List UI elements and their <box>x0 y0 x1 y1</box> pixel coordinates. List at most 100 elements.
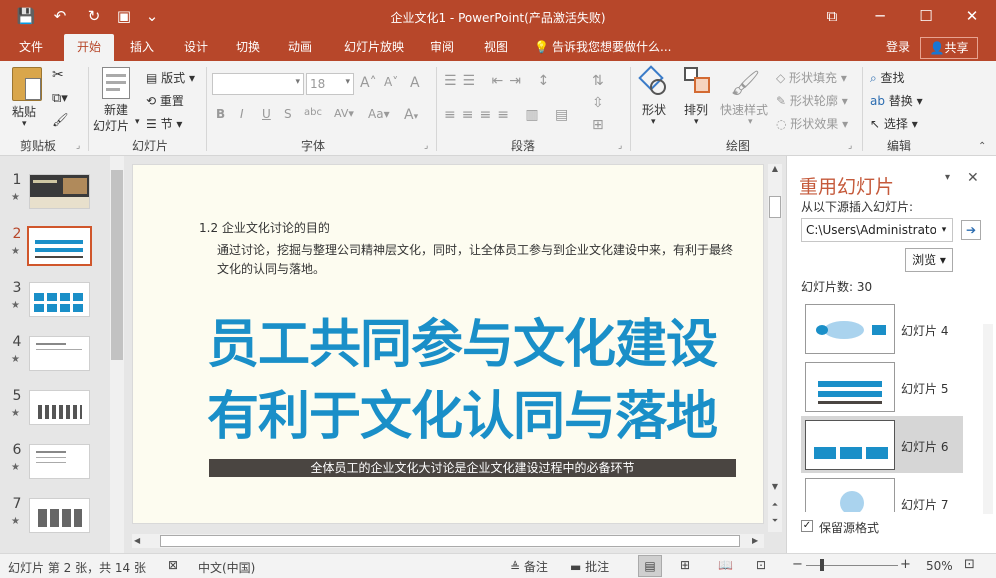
shapes-button[interactable]: 形状 <box>642 101 666 118</box>
new-slide-icon[interactable] <box>102 67 130 99</box>
shrink-font-icon[interactable]: A˅ <box>384 75 398 89</box>
font-size-combo[interactable]: 18 ▾ <box>306 73 354 95</box>
slide-sorter-icon[interactable]: ⊞ <box>680 558 690 572</box>
slideshow-view-icon[interactable]: ⊡ <box>756 558 766 572</box>
slide-thumbnail-3[interactable] <box>29 282 90 317</box>
editor-horizontal-scrollbar[interactable]: ◀ ▶ <box>132 534 764 548</box>
new-slide-label2[interactable]: 幻灯片 <box>93 117 129 134</box>
share-button[interactable]: 👤共享 <box>920 37 978 59</box>
slide-banner[interactable]: 全体员工的企业文化大讨论是企业文化建设过程中的必备环节 <box>209 459 736 477</box>
present-icon[interactable]: ▣ <box>112 5 136 27</box>
keep-format-checkbox[interactable]: ✓ <box>801 520 813 532</box>
slide-thumbnail-7[interactable] <box>29 498 90 533</box>
arrange-button[interactable]: 排列 <box>684 101 708 118</box>
redo-icon[interactable]: ↻ <box>82 5 106 27</box>
close-pane-icon[interactable]: ✕ <box>967 170 979 186</box>
slide-thumbnail-2[interactable] <box>27 226 92 266</box>
font-name-combo[interactable]: ▾ <box>212 73 304 95</box>
layout-button[interactable]: ▤ 版式 ▾ <box>146 69 195 86</box>
maximize-button[interactable]: ☐ <box>904 4 948 28</box>
source-path-combo[interactable]: C:\Users\Administrato ▾ <box>801 218 953 242</box>
tab-home[interactable]: 开始 <box>64 34 114 61</box>
shape-outline-button[interactable]: ✎ 形状轮廓 ▾ <box>776 92 848 109</box>
zoom-slider-thumb[interactable] <box>820 559 824 571</box>
reset-button[interactable]: ⟲ 重置 <box>146 92 184 109</box>
zoom-slider[interactable] <box>806 559 898 571</box>
clipboard-launcher-icon[interactable]: ⌟ <box>76 141 80 151</box>
arrange-dropdown-icon[interactable]: ▾ <box>694 117 699 127</box>
shape-fill-button[interactable]: ◇ 形状填充 ▾ <box>776 69 847 86</box>
ribbon-options-icon[interactable]: ⧉ <box>810 4 854 28</box>
reuse-slide-thumb-4[interactable] <box>805 304 895 354</box>
tell-me-box[interactable]: 告诉我您想要做什么... <box>552 34 682 61</box>
tab-view[interactable]: 视图 <box>474 34 518 61</box>
paste-icon[interactable] <box>12 67 42 101</box>
arrange-icon[interactable] <box>684 67 714 97</box>
zoom-out-icon[interactable]: − <box>792 557 803 572</box>
change-case-button[interactable]: Aa▾ <box>368 107 390 121</box>
spellcheck-icon[interactable]: ⊠ <box>168 558 178 572</box>
close-button[interactable]: ✕ <box>950 4 994 28</box>
quick-styles-button[interactable]: 快速样式 <box>720 101 768 118</box>
font-color-button[interactable]: A▾ <box>404 107 418 123</box>
shapes-icon[interactable] <box>638 65 668 97</box>
tab-review[interactable]: 审阅 <box>420 34 464 61</box>
smartart-icon[interactable]: ⊞ <box>592 117 604 133</box>
reuse-slide-thumb-7[interactable] <box>805 478 895 512</box>
tab-animations[interactable]: 动画 <box>278 34 322 61</box>
new-slide-dropdown-icon[interactable]: ▾ <box>135 117 140 127</box>
slide-body-line1[interactable]: 通过讨论，挖掘与整理公司精神层文化，同时，让全体员工参与到企业文化建设中来，有利… <box>217 241 733 258</box>
cut-icon[interactable]: ✂ <box>52 67 64 83</box>
slide-body-line2[interactable]: 文化的认同与落地。 <box>217 260 325 277</box>
normal-view-icon[interactable]: ▤ <box>638 555 662 577</box>
zoom-level[interactable]: 50% <box>926 559 953 573</box>
quick-styles-dropdown-icon[interactable]: ▾ <box>748 117 753 127</box>
align-buttons-icon[interactable]: ≡≡≡≡ ▥ ▤ <box>444 107 574 123</box>
slide-headline-line1[interactable]: 员工共同参与文化建设 <box>207 315 747 375</box>
list-buttons-icon[interactable]: ☰☰ ⇤⇥ ↕ <box>444 73 555 89</box>
tab-design[interactable]: 设计 <box>174 34 218 61</box>
language-status[interactable]: 中文(中国) <box>198 559 255 576</box>
reading-view-icon[interactable]: 📖 <box>718 558 733 572</box>
minimize-button[interactable]: ─ <box>858 4 902 28</box>
section-button[interactable]: ☰ 节 ▾ <box>146 115 182 132</box>
font-launcher-icon[interactable]: ⌟ <box>424 141 428 151</box>
align-text-icon[interactable]: ⇳ <box>592 95 604 111</box>
slide-thumbnail-1[interactable] <box>29 174 90 209</box>
zoom-in-icon[interactable]: + <box>900 557 911 572</box>
select-button[interactable]: ↖ 选择 ▾ <box>870 115 918 132</box>
paragraph-launcher-icon[interactable]: ⌟ <box>618 141 622 151</box>
reuse-slide-label[interactable]: 幻灯片 6 <box>901 438 948 455</box>
underline-button[interactable]: U <box>262 107 271 121</box>
reuse-slide-label[interactable]: 幻灯片 7 <box>901 496 948 513</box>
reuse-slide-thumb-5[interactable] <box>805 362 895 412</box>
comments-button[interactable]: ▬ 批注 <box>570 558 609 575</box>
shapes-dropdown-icon[interactable]: ▾ <box>651 117 656 127</box>
shape-effects-button[interactable]: ◌ 形状效果 ▾ <box>776 115 848 132</box>
tab-slideshow[interactable]: 幻灯片放映 <box>336 34 412 61</box>
reuse-slide-label[interactable]: 幻灯片 4 <box>901 322 948 339</box>
customize-quick-access-icon[interactable]: ⌄ <box>140 5 164 27</box>
slide-headline-line2[interactable]: 有利于文化认同与落地 <box>207 387 747 447</box>
reuse-scrollbar[interactable] <box>983 324 993 514</box>
slide-canvas[interactable]: 1.2 企业文化讨论的目的 通过讨论，挖掘与整理公司精神层文化，同时，让全体员工… <box>132 164 764 524</box>
reuse-slide-label[interactable]: 幻灯片 5 <box>901 380 948 397</box>
tab-file[interactable]: 文件 <box>8 34 54 61</box>
char-spacing-button[interactable]: AV▾ <box>334 107 354 120</box>
strikethrough-button[interactable]: S <box>284 107 292 121</box>
shadow-button[interactable]: abc <box>304 107 322 118</box>
drawing-launcher-icon[interactable]: ⌟ <box>848 141 852 151</box>
paste-dropdown-icon[interactable]: ▾ <box>22 119 27 129</box>
grow-font-icon[interactable]: A˄ <box>360 75 377 91</box>
notes-button[interactable]: ≜ 备注 <box>510 558 548 575</box>
save-icon[interactable]: 💾 <box>14 5 38 27</box>
format-painter-icon[interactable]: 🖌 <box>52 113 69 128</box>
copy-icon[interactable]: ⧉▾ <box>52 91 68 106</box>
login-link[interactable]: 登录 <box>880 34 916 61</box>
go-arrow-button[interactable]: ➔ <box>961 220 981 240</box>
paste-button[interactable]: 粘贴 <box>12 103 36 120</box>
editor-vertical-scrollbar[interactable]: ▲ ▼ ⏶ ⏷ <box>768 164 782 532</box>
slide-thumbnail-4[interactable] <box>29 336 90 371</box>
find-button[interactable]: ⌕ 查找 <box>870 69 905 86</box>
text-direction-icon[interactable]: ⇅ <box>592 73 604 89</box>
